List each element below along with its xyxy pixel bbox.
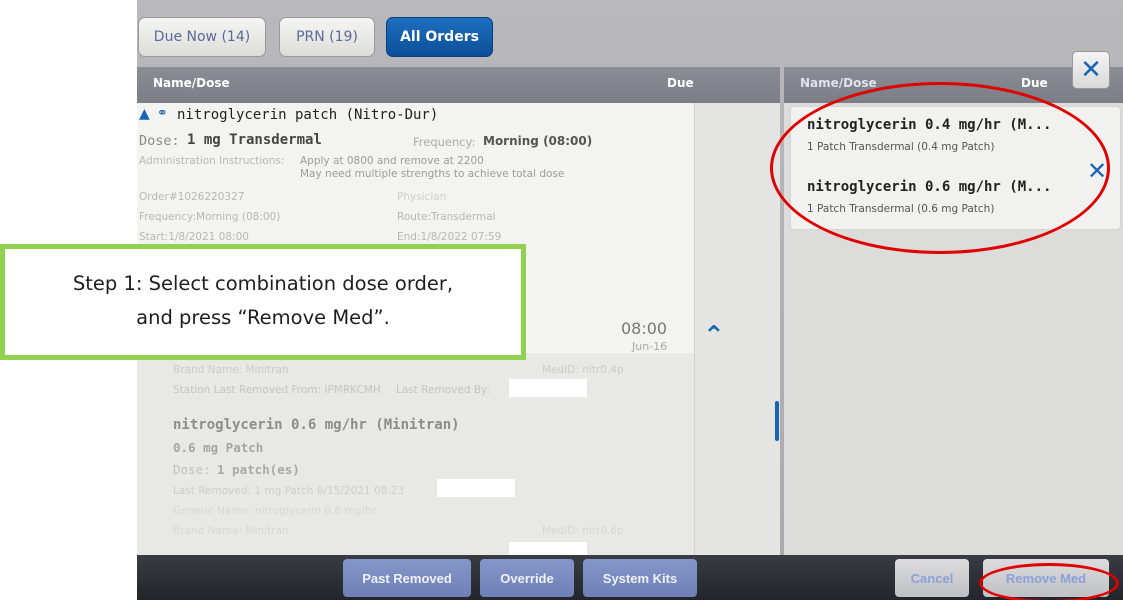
callout-line-1: Step 1: Select combination dose order, xyxy=(72,272,454,295)
start-date: Start:1/8/2021 08:00 xyxy=(139,231,249,243)
component-medid: MedID: nitr0.6p xyxy=(542,525,624,537)
close-icon[interactable]: ✕ xyxy=(1072,51,1110,89)
component-station: Station Last Removed From: IPMRKCMH xyxy=(173,384,381,396)
component-brand: Brand Name: Minitran xyxy=(173,364,289,376)
tutorial-screenshot: Due Now (14) PRN (19) All Orders Name/Do… xyxy=(0,0,1123,600)
tab-due-now[interactable]: Due Now (14) xyxy=(138,17,266,57)
order-dose-value: 1 mg Transdermal xyxy=(187,132,322,148)
order-frequency-label: Frequency: xyxy=(413,135,476,149)
component-generic: Generic Name: nitroglycerin 0.6 mg/hr xyxy=(173,505,376,517)
instructions-line-2: May need multiple strengths to achieve t… xyxy=(300,168,565,180)
past-removed-button[interactable]: Past Removed xyxy=(343,559,471,597)
route: Route:Transdermal xyxy=(397,211,496,223)
redaction-box xyxy=(437,479,515,497)
combination-icon: ⚭ xyxy=(157,106,168,121)
instruction-callout: Step 1: Select combination dose order, a… xyxy=(0,244,526,360)
component-last-removed: Last Removed: 1 mg Patch 6/15/2021 08:23 xyxy=(173,485,405,497)
annotation-highlight-oval xyxy=(979,563,1119,600)
order-frequency-value: Morning (08:00) xyxy=(483,134,593,148)
component-strength: 0.6 mg Patch xyxy=(173,440,264,455)
warning-icon: ▲ xyxy=(139,106,150,122)
tab-prn[interactable]: PRN (19) xyxy=(279,17,375,57)
component-brand: Brand Name: Minitran xyxy=(173,525,289,537)
component-removed-by: Last Removed By: xyxy=(396,384,491,396)
instructions-label: Administration Instructions: xyxy=(139,155,285,167)
annotation-highlight-oval xyxy=(770,82,1110,254)
redaction-box xyxy=(509,379,587,397)
right-due-header: Due xyxy=(1021,76,1048,90)
order-number: Order#1026220327 xyxy=(139,191,245,203)
due-time: 08:00 xyxy=(621,319,668,338)
component-dose-value: 1 patch(es) xyxy=(217,462,300,477)
component-dose-label: Dose: xyxy=(173,462,211,477)
left-due-header: Due xyxy=(667,76,694,90)
tab-all-orders[interactable]: All Orders xyxy=(386,17,493,57)
system-kits-button[interactable]: System Kits xyxy=(583,559,697,597)
order-dose-label: Dose: xyxy=(139,133,180,149)
instructions-line-1: Apply at 0800 and remove at 2200 xyxy=(300,155,484,167)
component-name: nitroglycerin 0.6 mg/hr (Minitran) xyxy=(173,417,460,433)
callout-line-2: and press “Remove Med”. xyxy=(136,306,390,329)
order-name: nitroglycerin patch (Nitro-Dur) xyxy=(177,107,439,123)
override-button[interactable]: Override xyxy=(480,559,574,597)
chevron-up-icon[interactable]: ⌃ xyxy=(703,321,725,351)
frequency-detail: Frequency:Morning (08:00) xyxy=(139,211,281,223)
left-column-header: Name/Dose Due xyxy=(137,67,780,103)
redaction-box xyxy=(509,542,587,555)
cancel-button[interactable]: Cancel xyxy=(895,559,969,597)
physician-label: Physician xyxy=(397,191,447,203)
left-name-dose-header: Name/Dose xyxy=(153,76,230,90)
right-name-dose-header: Name/Dose xyxy=(800,76,877,90)
due-date: Jun-16 xyxy=(632,340,668,353)
end-date: End:1/8/2022 07:59 xyxy=(397,231,502,243)
component-medid: MedID: nitr0.4p xyxy=(542,364,624,376)
scrollbar-thumb[interactable] xyxy=(775,401,779,441)
bottom-toolbar: Past Removed Override System Kits Cancel… xyxy=(137,555,1123,600)
